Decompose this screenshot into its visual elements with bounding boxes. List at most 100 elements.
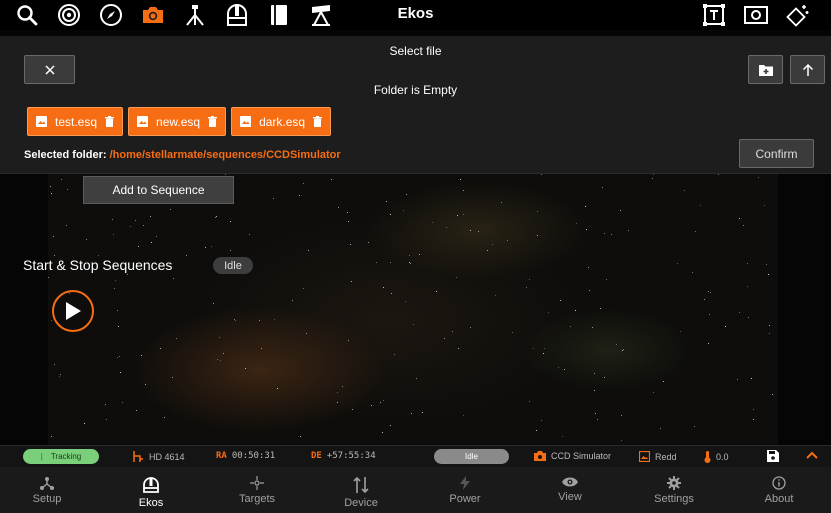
star	[351, 408, 353, 410]
star	[456, 215, 458, 217]
expand-button[interactable]	[806, 451, 818, 459]
delete-icon[interactable]	[105, 116, 115, 127]
star	[348, 220, 350, 222]
file-chip[interactable]: dark.esq	[231, 107, 332, 136]
mount-icon	[133, 451, 143, 462]
nav-device[interactable]: Device	[309, 467, 413, 513]
save-button[interactable]	[767, 450, 779, 462]
star	[610, 233, 612, 235]
star	[412, 324, 414, 326]
star	[222, 353, 224, 355]
star	[622, 350, 624, 352]
de-readout: DE +57:55:34	[311, 451, 376, 461]
star	[529, 278, 531, 280]
star	[229, 220, 231, 222]
add-to-sequence-button[interactable]: Add to Sequence	[83, 176, 234, 204]
star	[65, 224, 67, 226]
nav-ekos[interactable]: Ekos	[99, 467, 203, 513]
transfer-icon	[353, 476, 369, 494]
temperature-value: 0.0	[716, 452, 729, 462]
star	[230, 249, 232, 251]
star	[560, 300, 562, 302]
image-frame-icon[interactable]	[743, 2, 769, 28]
star	[185, 255, 187, 257]
star	[105, 403, 107, 405]
star	[768, 325, 770, 327]
star	[217, 358, 219, 360]
nav-view[interactable]: View	[518, 467, 622, 513]
star	[348, 339, 350, 341]
star	[765, 263, 767, 265]
text-frame-icon[interactable]	[701, 2, 727, 28]
star	[544, 348, 546, 350]
star	[463, 415, 465, 417]
star	[306, 332, 308, 334]
star	[61, 179, 63, 180]
new-folder-button[interactable]	[748, 55, 783, 84]
nav-label: About	[764, 493, 794, 505]
folder-empty-message: Folder is Empty	[373, 83, 458, 97]
nav-label: Setup	[32, 493, 62, 505]
star	[615, 343, 617, 345]
star	[220, 359, 222, 361]
close-button[interactable]	[24, 55, 75, 84]
nav-power[interactable]: Power	[413, 467, 517, 513]
star	[540, 420, 542, 422]
nav-settings[interactable]: Settings	[622, 467, 726, 513]
arrow-up-icon	[802, 63, 813, 76]
star	[409, 263, 411, 265]
star	[53, 254, 55, 256]
star	[432, 221, 434, 223]
star	[540, 174, 542, 176]
nav-setup[interactable]: Setup	[0, 467, 99, 513]
star	[50, 193, 52, 195]
star	[462, 214, 464, 216]
star	[738, 312, 740, 314]
nav-about[interactable]: About	[727, 467, 831, 513]
delete-icon[interactable]	[313, 116, 323, 127]
wand-icon[interactable]	[785, 2, 811, 28]
file-chip[interactable]: test.esq	[27, 107, 124, 136]
star	[584, 206, 586, 208]
star	[752, 408, 754, 410]
star	[511, 331, 513, 333]
star	[169, 209, 171, 211]
star	[173, 277, 175, 279]
star	[603, 233, 605, 235]
camera-info: CCD Simulator	[534, 451, 611, 461]
play-button[interactable]	[52, 290, 94, 332]
star	[736, 379, 738, 381]
star	[394, 354, 396, 356]
delete-icon[interactable]	[208, 116, 218, 127]
star	[707, 290, 709, 292]
star	[443, 338, 445, 340]
star	[469, 327, 471, 329]
star	[210, 245, 212, 247]
star	[757, 177, 759, 179]
star	[145, 383, 147, 385]
star	[585, 229, 587, 231]
star	[390, 214, 392, 216]
star	[273, 318, 275, 320]
tracking-badge[interactable]: | Tracking	[23, 449, 99, 464]
star	[652, 392, 654, 394]
star	[249, 233, 250, 235]
star	[446, 226, 448, 228]
star	[117, 325, 119, 327]
star	[171, 377, 173, 379]
star	[234, 320, 236, 322]
star	[336, 402, 338, 404]
star	[406, 194, 408, 196]
star	[160, 348, 162, 350]
star	[767, 274, 769, 276]
confirm-button[interactable]: Confirm	[739, 139, 814, 168]
parent-folder-button[interactable]	[790, 55, 825, 84]
star	[462, 189, 464, 191]
new-folder-icon	[758, 64, 773, 76]
nav-targets[interactable]: Targets	[205, 467, 309, 513]
star	[371, 405, 373, 407]
star	[244, 367, 246, 369]
file-chip[interactable]: new.esq	[128, 107, 227, 136]
lightning-icon	[460, 476, 470, 490]
star	[460, 179, 462, 181]
